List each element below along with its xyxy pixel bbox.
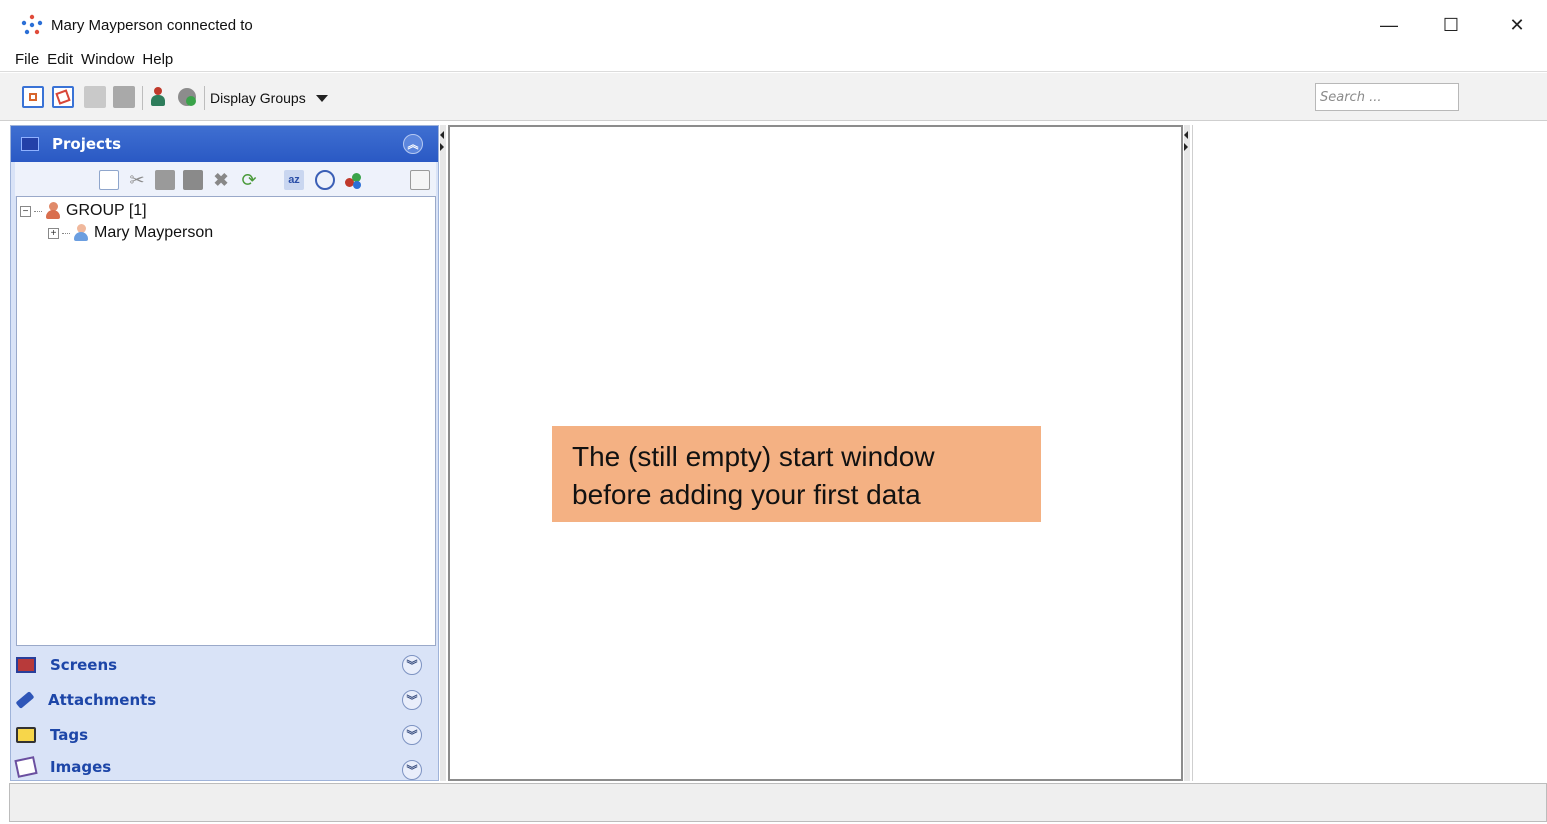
annotation-line-1: The (still empty) start window: [572, 441, 935, 472]
left-sidebar: Projects ︽ ✂ ✖ ⟳ az − GROUP [1] + Mary M…: [10, 125, 439, 781]
left-splitter[interactable]: [440, 125, 446, 781]
layout-tree-icon[interactable]: [22, 86, 44, 108]
section-images-label: Images: [50, 757, 112, 776]
tree-connector: [62, 232, 70, 234]
user-person-icon: [74, 224, 88, 242]
copy-icon[interactable]: [155, 170, 175, 190]
annotation-callout: The (still empty) start window before ad…: [552, 426, 1041, 522]
title-bar: Mary Mayperson connected to — ☐ ✕: [0, 0, 1547, 50]
splitter-left-arrow-icon[interactable]: [440, 131, 444, 139]
panel-view-icon[interactable]: [113, 86, 135, 108]
close-button[interactable]: ✕: [1494, 10, 1540, 40]
search-field[interactable]: [1315, 83, 1459, 111]
tag-folder-icon: [16, 726, 36, 743]
users-icon[interactable]: [148, 86, 170, 108]
annotation-line-2: before adding your first data: [572, 479, 921, 510]
section-attachments[interactable]: Attachments ︾: [11, 682, 438, 717]
right-detail-panel: [1192, 125, 1547, 781]
tree-expand-toggle[interactable]: +: [48, 227, 59, 239]
tree-row-user[interactable]: + Mary Mayperson: [48, 224, 213, 242]
toolbar-separator: [204, 86, 205, 110]
maximize-icon: ☐: [1442, 14, 1460, 35]
group-person-icon: [46, 202, 60, 220]
projects-toolbar: ✂ ✖ ⟳ az: [15, 162, 436, 196]
cut-icon[interactable]: ✂: [127, 170, 147, 190]
section-screens-label: Screens: [50, 655, 118, 674]
status-bar: [9, 783, 1547, 822]
tree-connector: [34, 210, 42, 212]
menu-edit[interactable]: Edit: [47, 51, 73, 68]
group-settings-icon[interactable]: [176, 86, 198, 108]
maximize-button[interactable]: ☐: [1428, 10, 1474, 40]
main-toolbar: Display Groups: [0, 73, 1547, 121]
user-label: Mary Mayperson: [94, 224, 214, 241]
app-logo-icon: [21, 14, 43, 35]
splitter-left-arrow-icon[interactable]: [1184, 131, 1188, 139]
search-input[interactable]: [1316, 84, 1458, 110]
screen-icon: [16, 656, 36, 673]
expand-down-icon[interactable]: ︾: [402, 655, 422, 675]
section-tags-label: Tags: [50, 725, 89, 744]
timer-icon[interactable]: [315, 170, 335, 190]
group-label: GROUP [1]: [66, 202, 147, 219]
grid-view-icon[interactable]: [84, 86, 106, 108]
minimize-button[interactable]: —: [1366, 10, 1412, 40]
new-item-icon[interactable]: [99, 170, 119, 190]
display-groups-dropdown[interactable]: Display Groups: [210, 90, 328, 106]
menu-window[interactable]: Window: [81, 51, 134, 68]
image-icon: [14, 755, 38, 778]
delete-icon[interactable]: ✖: [211, 170, 231, 190]
splitter-right-arrow-icon[interactable]: [440, 143, 444, 151]
chevron-down-icon: [315, 94, 328, 102]
section-screens[interactable]: Screens ︾: [11, 647, 438, 682]
toolbar-separator: [142, 86, 143, 110]
expand-down-icon[interactable]: ︾: [402, 690, 422, 710]
collapse-up-icon[interactable]: ︽: [403, 134, 423, 154]
project-tree: − GROUP [1] + Mary Mayperson: [16, 196, 436, 646]
tree-collapse-toggle[interactable]: −: [20, 205, 31, 217]
minimize-icon: —: [1380, 14, 1398, 35]
section-tags[interactable]: Tags ︾: [11, 717, 438, 752]
projects-header[interactable]: Projects ︽: [11, 126, 438, 162]
projects-flag-icon: [21, 137, 39, 151]
refresh-icon[interactable]: ⟳: [239, 170, 259, 190]
projects-title: Projects: [52, 135, 122, 153]
expand-down-icon[interactable]: ︾: [402, 725, 422, 745]
pencil-icon: [15, 690, 35, 709]
menu-file[interactable]: File: [15, 51, 39, 68]
expand-down-icon[interactable]: ︾: [402, 760, 422, 780]
menu-bar: File Edit Window Help: [0, 48, 1547, 72]
sort-az-icon[interactable]: az: [284, 170, 304, 190]
section-attachments-label: Attachments: [48, 690, 157, 709]
splitter-right-arrow-icon[interactable]: [1184, 143, 1188, 151]
close-icon: ✕: [1509, 14, 1525, 35]
tree-row-group[interactable]: − GROUP [1]: [20, 202, 147, 220]
collapse-all-icon[interactable]: [410, 170, 430, 190]
right-splitter[interactable]: [1184, 125, 1190, 781]
edit-notes-icon[interactable]: [52, 86, 74, 108]
section-images[interactable]: Images ︾: [11, 752, 438, 781]
paste-icon[interactable]: [183, 170, 203, 190]
display-groups-label: Display Groups: [210, 90, 306, 106]
window-title: Mary Mayperson connected to: [51, 17, 253, 34]
menu-help[interactable]: Help: [142, 51, 173, 68]
group-colors-icon[interactable]: [343, 170, 363, 190]
